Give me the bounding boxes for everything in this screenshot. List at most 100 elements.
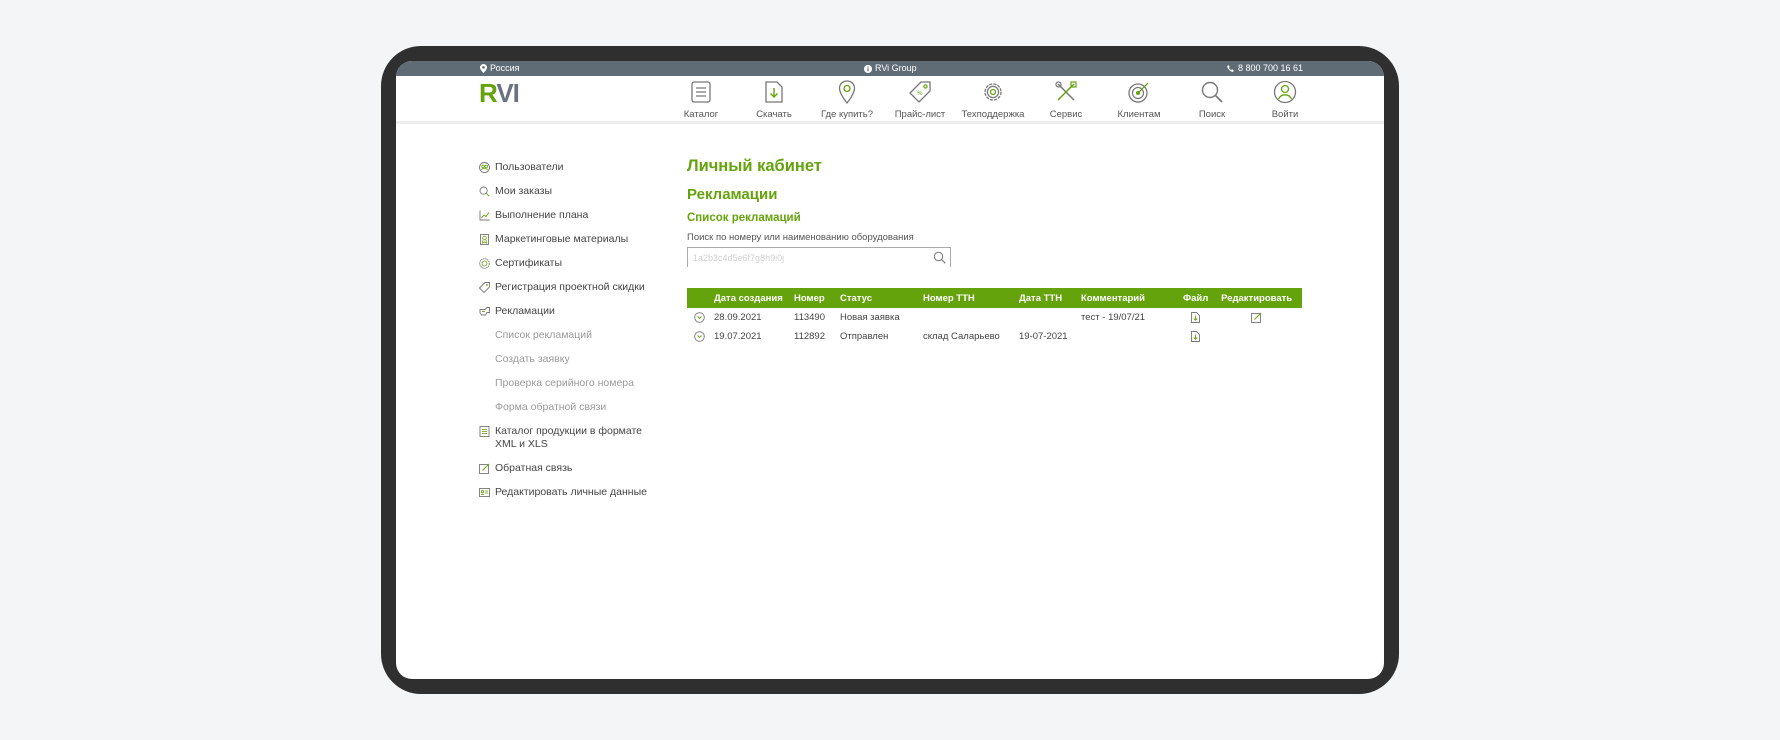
file-icon[interactable] — [1190, 312, 1201, 323]
rvi-logo[interactable]: RVI — [479, 79, 520, 107]
cell-status: Отправлен — [840, 331, 889, 342]
cell-file[interactable] — [1180, 308, 1211, 327]
screen: Россия RVi Group 8 800 700 16 61 RVI Кат… — [396, 61, 1384, 679]
nav-label: Клиентам — [1117, 109, 1161, 120]
document-icon — [479, 426, 490, 437]
sidebar-item-catalog-export[interactable]: Каталог продукции в формате XML и XLS — [479, 425, 659, 451]
cell-ttn-date — [1016, 308, 1078, 327]
nav-support[interactable]: Техподдержка — [960, 79, 1026, 120]
expand-icon — [693, 312, 705, 323]
cell-status: Новая заявка — [840, 312, 900, 323]
cell-edit[interactable] — [1211, 308, 1302, 327]
search-box — [687, 247, 951, 267]
region-label: Россия — [490, 63, 520, 73]
header: RVI Каталог Скачать Где купить? % Прайс-… — [396, 76, 1384, 124]
edit-icon[interactable] — [1251, 312, 1262, 323]
search-icon — [1201, 81, 1223, 103]
cell-date: 28.09.2021 — [714, 312, 762, 323]
expand-icon — [693, 331, 705, 342]
chart-icon — [479, 210, 490, 221]
sidebar-item-label: Каталог продукции в формате XML и XLS — [495, 425, 643, 450]
row-expand[interactable] — [687, 327, 711, 346]
phone-link[interactable]: 8 800 700 16 61 — [1227, 61, 1303, 76]
sidebar-item-users[interactable]: Пользователи — [479, 161, 659, 174]
cell-date: 19.07.2021 — [714, 331, 762, 342]
phone-number: 8 800 700 16 61 — [1237, 63, 1303, 73]
cell-ttn-date: 19-07-2021 — [1019, 331, 1068, 342]
map-pin-icon — [838, 80, 856, 105]
sidebar-item-my-orders[interactable]: Мои заказы — [479, 185, 659, 198]
cell-comment — [1078, 327, 1180, 346]
section-title: Рекламации — [687, 186, 778, 203]
sidebar-item-plan[interactable]: Выполнение плана — [479, 209, 659, 222]
phone-icon — [1227, 64, 1234, 72]
header-number: Номер — [794, 292, 825, 304]
row-expand[interactable] — [687, 308, 711, 327]
users-icon — [479, 162, 490, 173]
svg-text:%: % — [917, 90, 923, 97]
sidebar-subitem-create-request[interactable]: Создать заявку — [495, 353, 659, 366]
list-icon — [691, 81, 711, 103]
nav-catalog[interactable]: Каталог — [668, 79, 734, 120]
nav-label: Техподдержка — [961, 109, 1025, 120]
page-title: Личный кабинет — [687, 157, 822, 175]
edit-icon — [479, 463, 490, 474]
sidebar-item-edit-profile[interactable]: Редактировать личные данные — [479, 486, 659, 499]
sidebar-item-marketing[interactable]: Маркетинговые материалы — [479, 233, 659, 246]
cell-ttn-number: склад Саларьево — [923, 331, 1000, 342]
header-date: Дата создания — [714, 292, 783, 304]
search-icon[interactable] — [933, 251, 946, 264]
sidebar-item-label: Редактировать личные данные — [495, 486, 647, 498]
sidebar-item-label: Мои заказы — [495, 185, 553, 197]
region-selector[interactable]: Россия — [480, 61, 520, 76]
target-icon — [1128, 82, 1149, 103]
sidebar-item-label: Выполнение плана — [495, 209, 589, 221]
group-link[interactable]: RVi Group — [864, 61, 917, 76]
sidebar-item-label: Рекламации — [495, 305, 555, 317]
table-row[interactable]: 28.09.2021 113490 Новая заявка тест - 19… — [687, 308, 1302, 327]
sub-title: Список рекламаций — [687, 212, 801, 224]
nav-price-list[interactable]: % Прайс-лист — [887, 79, 953, 120]
nav-label: Каталог — [683, 109, 719, 120]
sidebar-item-label: Маркетинговые материалы — [495, 233, 629, 245]
nav-label: Сервис — [1049, 109, 1083, 120]
search-input[interactable] — [688, 249, 950, 267]
cell-number: 112892 — [794, 331, 825, 342]
nav-label: Где купить? — [820, 109, 874, 120]
cell-number: 113490 — [794, 312, 825, 323]
user-icon — [1273, 80, 1297, 104]
table-row[interactable]: 19.07.2021 112892 Отправлен склад Саларь… — [687, 327, 1302, 346]
location-icon — [480, 64, 487, 73]
cell-ttn-number — [920, 308, 1016, 327]
header-status: Статус — [840, 292, 873, 304]
info-icon — [864, 64, 872, 73]
header-edit: Редактировать — [1221, 292, 1293, 304]
nav-clients[interactable]: Клиентам — [1106, 79, 1172, 120]
search-icon — [479, 186, 490, 197]
cell-comment: тест - 19/07/21 — [1081, 312, 1146, 323]
nav-label: Войти — [1271, 109, 1299, 120]
nav-service[interactable]: Сервис — [1033, 79, 1099, 120]
sidebar: Пользователи Мои заказы Выполнение плана… — [479, 161, 659, 510]
device-frame: Россия RVi Group 8 800 700 16 61 RVI Кат… — [381, 46, 1399, 694]
download-icon — [765, 81, 783, 103]
group-label: RVi Group — [875, 63, 917, 73]
nav-login[interactable]: Войти — [1252, 79, 1318, 120]
sidebar-subitem-serial-check[interactable]: Проверка серийного номера — [495, 377, 659, 390]
cell-file[interactable] — [1180, 327, 1211, 346]
sidebar-item-discount[interactable]: Регистрация проектной скидки — [479, 281, 659, 294]
sidebar-subitem-feedback-form[interactable]: Форма обратной связи — [495, 401, 659, 414]
sidebar-item-feedback[interactable]: Обратная связь — [479, 462, 659, 475]
file-icon[interactable] — [1190, 331, 1201, 342]
nav-download[interactable]: Скачать — [741, 79, 807, 120]
table-header-row: Дата создания Номер Статус Номер ТТН Дат… — [687, 288, 1302, 308]
nav-where-to-buy[interactable]: Где купить? — [814, 79, 880, 120]
sidebar-item-label: Обратная связь — [495, 462, 573, 474]
header-ttn-number: Номер ТТН — [923, 292, 975, 304]
header-expand — [687, 288, 711, 308]
sidebar-subitem-claims-list[interactable]: Список рекламаций — [495, 329, 659, 342]
search-label: Поиск по номеру или наименованию оборудо… — [687, 232, 914, 243]
sidebar-item-claims[interactable]: Рекламации — [479, 305, 659, 318]
sidebar-item-certificates[interactable]: Сертификаты — [479, 257, 659, 270]
nav-search[interactable]: Поиск — [1179, 79, 1245, 120]
